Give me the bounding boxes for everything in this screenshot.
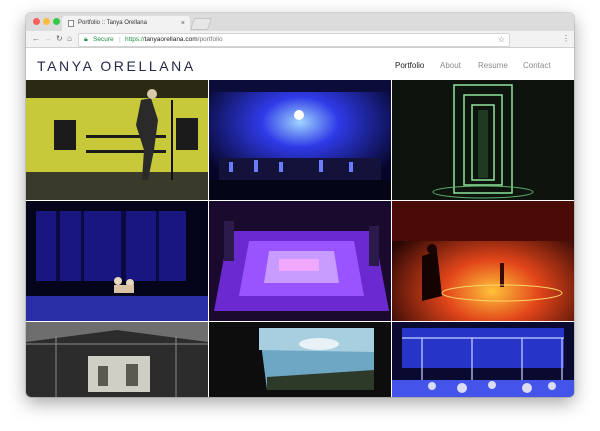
nav-link-resume[interactable]: Resume	[478, 61, 508, 70]
tile-purple-square-floor[interactable]	[209, 201, 391, 321]
tile-yellow-stage[interactable]	[26, 80, 208, 200]
tile-sky-projection[interactable]	[209, 322, 391, 397]
lock-icon: 🔒︎	[84, 36, 88, 43]
page-favicon-icon	[68, 20, 74, 27]
url-host: tanyaorellana.com	[144, 36, 198, 43]
tile-warehouse-projection[interactable]	[26, 322, 208, 397]
tab-close-icon[interactable]: ×	[181, 16, 185, 31]
close-window-button[interactable]	[33, 18, 40, 25]
bookmark-star-icon[interactable]: ☆	[498, 34, 505, 46]
nav-link-contact[interactable]: Contact	[523, 61, 551, 70]
browser-toolbar: ← → ↻ ⌂ 🔒︎ Secure | https://tanyaorellan…	[26, 31, 574, 48]
back-arrow-icon[interactable]: ←	[32, 33, 40, 45]
secure-label: Secure	[93, 36, 114, 43]
new-tab-button[interactable]	[189, 18, 213, 30]
browser-tab[interactable]: Portfolio :: Tanya Orellana ×	[62, 16, 190, 31]
tile-blue-forest-stage[interactable]	[26, 201, 208, 321]
address-bar[interactable]: 🔒︎ Secure | https://tanyaorellana.com/po…	[78, 33, 510, 47]
url-path: /portfolio	[197, 36, 223, 43]
tab-strip: Portfolio :: Tanya Orellana ×	[26, 13, 574, 31]
browser-menu-icon[interactable]: ⋮	[562, 33, 570, 45]
url-text: https://tanyaorellana.com/portfolio	[125, 34, 223, 46]
minimize-window-button[interactable]	[43, 18, 50, 25]
nav-link-about[interactable]: About	[440, 61, 461, 70]
url-protocol: https://	[125, 36, 145, 43]
address-separator: |	[119, 36, 121, 43]
forward-arrow-icon[interactable]: →	[44, 33, 52, 45]
reload-icon[interactable]: ↻	[56, 33, 63, 45]
tile-blue-scaffold-stage[interactable]	[392, 322, 574, 397]
maximize-window-button[interactable]	[53, 18, 60, 25]
home-icon[interactable]: ⌂	[67, 33, 72, 45]
tile-red-orange-stage[interactable]	[392, 201, 574, 321]
tab-title: Portfolio :: Tanya Orellana	[78, 20, 147, 26]
nav-link-portfolio[interactable]: Portfolio	[395, 61, 424, 70]
tile-green-light-corridor[interactable]	[392, 80, 574, 200]
web-page: TANYA ORELLANA Portfolio About Resume Co…	[26, 48, 574, 397]
portfolio-grid	[26, 80, 574, 397]
tile-blue-concert[interactable]	[209, 80, 391, 200]
browser-window: Portfolio :: Tanya Orellana × ← → ↻ ⌂ 🔒︎…	[26, 13, 574, 397]
site-title[interactable]: TANYA ORELLANA	[37, 58, 196, 74]
